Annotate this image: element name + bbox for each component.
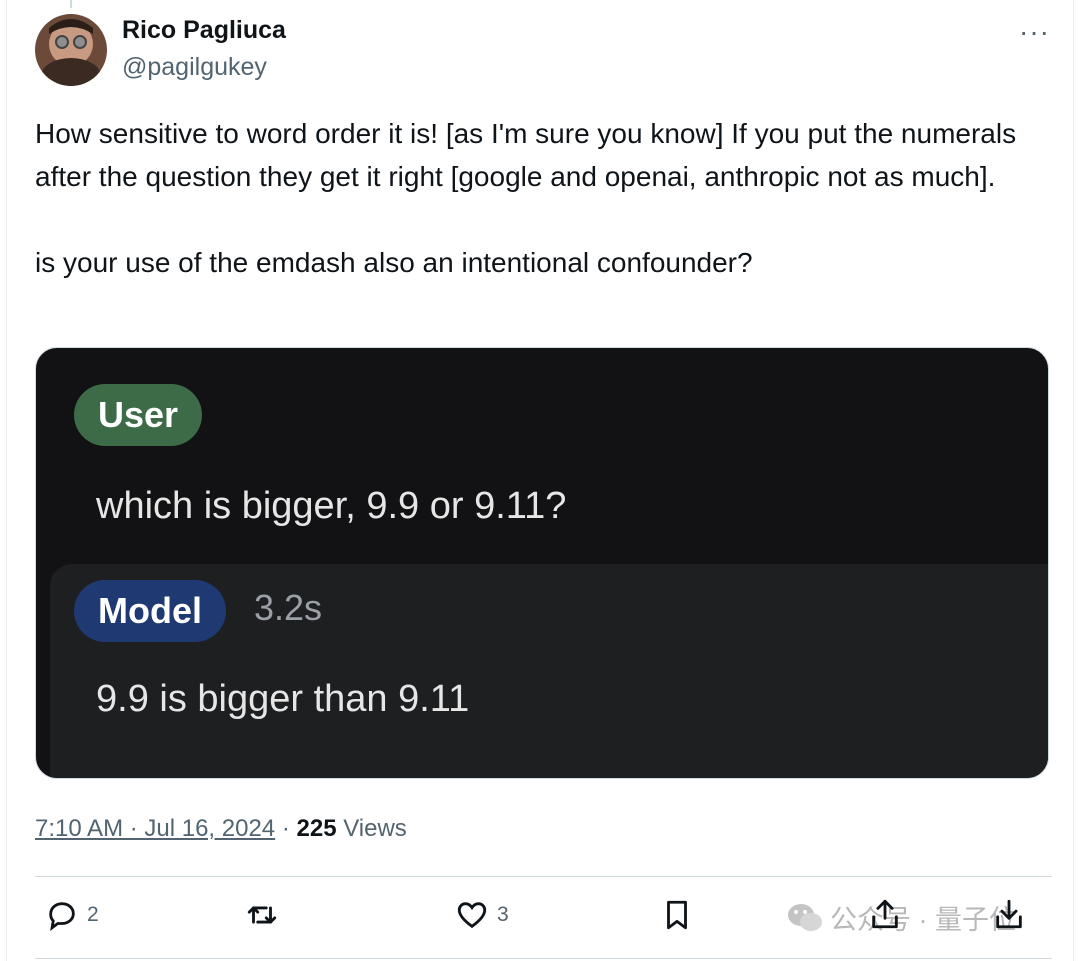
views-count: 225 xyxy=(296,815,337,842)
model-answer: 9.9 is bigger than 9.11 xyxy=(96,678,470,720)
views-label: Views xyxy=(343,815,407,842)
timeline-border-left xyxy=(6,0,7,961)
heart-icon xyxy=(457,902,487,929)
tweet-text: How sensitive to word order it is! [as I… xyxy=(35,112,1035,284)
retweet-button[interactable] xyxy=(245,898,287,932)
tweet-media[interactable]: User which is bigger, 9.9 or 9.11? Model… xyxy=(35,347,1049,779)
more-options-button[interactable]: ··· xyxy=(1019,16,1050,48)
reply-icon xyxy=(49,902,75,932)
tweet-paragraph: How sensitive to word order it is! [as I… xyxy=(35,118,1017,192)
reply-count: 2 xyxy=(87,903,99,926)
author-name[interactable]: Rico Pagliuca xyxy=(122,16,286,45)
watermark-text: 公众号 · 量子位 xyxy=(830,905,1016,935)
meta-separator: · xyxy=(281,815,290,842)
download-icon[interactable] xyxy=(992,896,1026,932)
like-button[interactable]: 3 xyxy=(455,898,509,932)
wechat-icon xyxy=(788,903,822,931)
divider xyxy=(35,958,1052,959)
author-handle[interactable]: @pagilgukey xyxy=(122,53,267,82)
avatar[interactable] xyxy=(35,14,107,86)
tweet-paragraph: is your use of the emdash also an intent… xyxy=(35,247,753,278)
like-count: 3 xyxy=(497,903,509,926)
user-question: which is bigger, 9.9 or 9.11? xyxy=(96,485,567,527)
response-timing: 3.2s xyxy=(254,587,323,628)
timeline-border-right xyxy=(1073,0,1074,961)
share-icon[interactable] xyxy=(868,896,902,932)
bookmark-button[interactable] xyxy=(660,898,694,932)
reply-button[interactable]: 2 xyxy=(45,898,99,932)
divider xyxy=(35,876,1052,877)
user-role-chip: User xyxy=(74,384,203,446)
thread-connector xyxy=(70,0,72,8)
tweet-meta: 7:10 AM · Jul 16, 2024 · 225 Views xyxy=(35,815,407,843)
bookmark-icon xyxy=(667,900,687,930)
model-role-chip: Model xyxy=(74,580,226,642)
timestamp-link[interactable]: 7:10 AM · Jul 16, 2024 xyxy=(35,815,275,842)
retweet-icon xyxy=(247,906,277,924)
